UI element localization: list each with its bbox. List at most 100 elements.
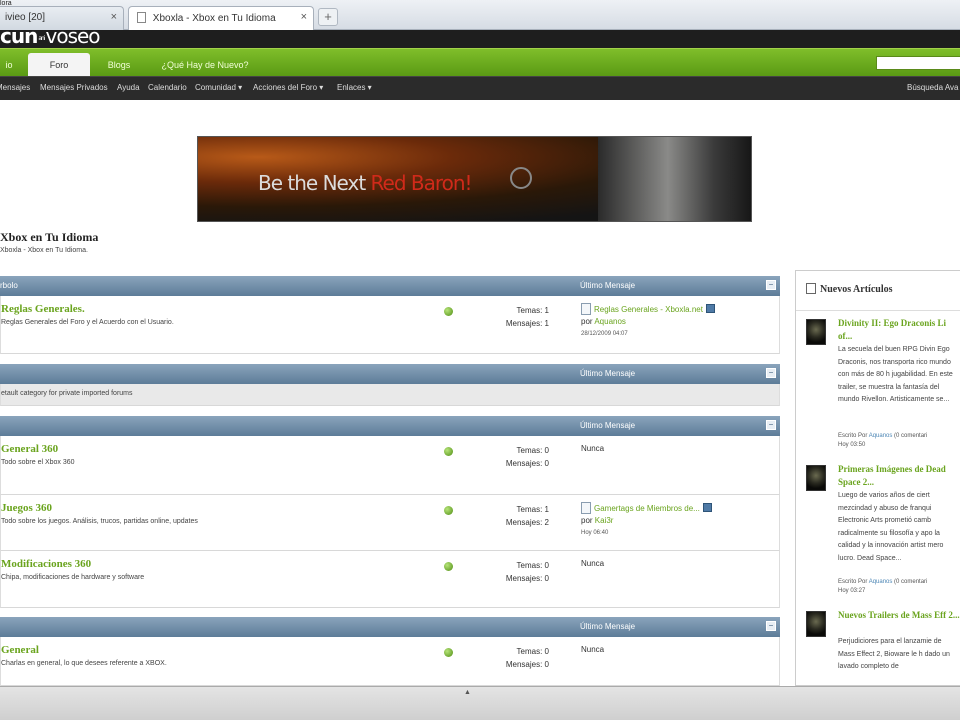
subnav-enlaces[interactable]: Enlaces ▾ (337, 83, 372, 92)
page-icon (137, 12, 146, 23)
forum-row: Juegos 360 Todo sobre los juegos. Anális… (0, 495, 780, 551)
subnav-mensajes[interactable]: Mensajes (0, 83, 30, 92)
site-logo[interactable]: cunanivoseo (0, 24, 101, 48)
document-icon (581, 502, 591, 514)
last-post-date: 28/12/2009 04:07 (581, 331, 628, 337)
subnav-calendario[interactable]: Calendario (148, 83, 187, 92)
last-post-title[interactable]: Reglas Generales - Xboxla.net (594, 305, 703, 314)
article-comments[interactable]: (0 comentari (892, 579, 927, 585)
forum-status-icon (444, 562, 453, 571)
nav-tab-whats-new[interactable]: ¿Qué Hay de Nuevo? (150, 53, 260, 77)
article-date: Hoy 03:50 (838, 442, 866, 448)
forum-description: Reglas Generales del Foro y el Acuerdo c… (1, 319, 174, 326)
banner-text-red: Red Baron! (370, 171, 473, 195)
document-icon (581, 303, 591, 315)
new-tab-button[interactable]: + (318, 8, 338, 26)
forum-stats: Temas: 0 Mensajes: 0 (471, 559, 549, 585)
mensajes-count: Mensajes: 0 (505, 660, 549, 669)
forum-status-icon (444, 307, 453, 316)
forum-description: Todo sobre el Xbox 360 (1, 459, 75, 466)
mensajes-count: Mensajes: 2 (505, 518, 549, 527)
collapse-icon[interactable]: − (766, 368, 776, 378)
article-meta: Escrito Por Aquanos (0 comentari (838, 578, 960, 586)
last-post: Nunca (581, 644, 771, 656)
nav-tab-home[interactable]: io (0, 53, 24, 77)
last-post-column-header: Último Mensaje (580, 421, 636, 430)
sub-nav: Mensajes Mensajes Privados Ayuda Calenda… (0, 76, 960, 100)
last-post-column-header: Último Mensaje (580, 281, 636, 290)
last-post-by: por (581, 516, 593, 525)
subnav-comunidad[interactable]: Comunidad ▾ (195, 83, 242, 92)
page-title: Xbox en Tu Idioma (0, 230, 99, 244)
forum-row: Reglas Generales. Reglas Generales del F… (0, 296, 780, 354)
last-post-date: Hoy 06:40 (581, 530, 609, 536)
logo-tail: voseo (45, 24, 101, 48)
subnav-busqueda-avanzada[interactable]: Búsqueda Ava (907, 83, 958, 92)
category-label[interactable]: rbolo (0, 281, 18, 290)
last-post-title[interactable]: Gamertags de Miembros de... (594, 504, 700, 513)
subnav-acciones-foro[interactable]: Acciones del Foro ▾ (253, 83, 323, 92)
nav-tab-blogs[interactable]: Blogs (92, 53, 146, 77)
article-title[interactable]: Primeras Imágenes de Dead Space 2... (838, 463, 960, 489)
forum-title-link[interactable]: General (1, 644, 39, 656)
browser-tab-2[interactable]: Xboxla - Xbox en Tu Idioma × (128, 6, 314, 30)
logo-main: cun (0, 24, 38, 48)
forum-stats: Temas: 1 Mensajes: 2 (471, 503, 549, 529)
article-author[interactable]: Aquanos (869, 433, 893, 439)
forum-stats: Temas: 0 Mensajes: 0 (471, 444, 549, 470)
article-body: Luego de varios años de ciert mezcindad … (838, 492, 944, 562)
page-content: Be the Next Red Baron! Xbox en Tu Idioma… (0, 100, 960, 686)
forum-status-icon (444, 506, 453, 515)
go-to-post-icon[interactable] (702, 503, 712, 512)
search-input[interactable] (876, 56, 960, 70)
subnav-ayuda[interactable]: Ayuda (117, 83, 140, 92)
category-description-row: etault category for private imported for… (0, 384, 780, 406)
category-header: Último Mensaje − (0, 617, 780, 637)
site-header: cunanivoseo (0, 24, 960, 48)
go-to-post-icon[interactable] (705, 304, 715, 313)
crosshair-icon (510, 167, 532, 189)
subnav-mensajes-privados[interactable]: Mensajes Privados (40, 83, 108, 92)
logo-small: ani (38, 35, 45, 42)
category-header: Último Mensaje − (0, 416, 780, 436)
forum-row: General 360 Todo sobre el Xbox 360 Temas… (0, 436, 780, 495)
article-title[interactable]: Nuevos Trailers de Mass Eff 2... (838, 609, 960, 635)
article-item: Divinity II: Ego Draconis Li of... La se… (796, 313, 960, 461)
close-icon[interactable]: × (301, 11, 307, 23)
collapse-icon[interactable]: − (766, 621, 776, 631)
article-thumbnail[interactable] (806, 611, 826, 637)
article-thumbnail[interactable] (806, 319, 826, 345)
forum-title-link[interactable]: Modificaciones 360 (1, 558, 91, 570)
article-thumbnail[interactable] (806, 465, 826, 491)
nav-tab-foro[interactable]: Foro (28, 53, 90, 77)
browser-status-bar: ▲ (0, 686, 960, 720)
collapse-icon[interactable]: − (766, 280, 776, 290)
temas-count: Temas: 0 (516, 446, 549, 455)
article-item: Nuevos Trailers de Mass Eff 2... Perjudi… (796, 605, 960, 687)
collapse-icon[interactable]: − (766, 420, 776, 430)
forum-title-link[interactable]: Juegos 360 (1, 502, 52, 514)
last-post: Nunca (581, 558, 771, 570)
last-post-none: Nunca (581, 645, 605, 654)
article-meta: Escrito Por Aquanos (0 comentari (838, 432, 960, 440)
article-comments[interactable]: (0 comentari (892, 433, 927, 439)
ad-banner[interactable]: Be the Next Red Baron! (197, 136, 752, 222)
article-item: Primeras Imágenes de Dead Space 2... Lue… (796, 459, 960, 607)
article-body: La secuela del buen RPG Divin Ego Dracon… (838, 346, 953, 403)
forum-title-link[interactable]: General 360 (1, 443, 58, 455)
breadcrumb: Xboxla - Xbox en Tu Idioma. (0, 247, 88, 254)
last-post-column-header: Último Mensaje (580, 369, 636, 378)
category-header: Último Mensaje − (0, 364, 780, 384)
article-author[interactable]: Aquanos (869, 579, 893, 585)
article-date: Hoy 03:27 (838, 588, 866, 594)
last-post-user[interactable]: Aquanos (594, 317, 626, 326)
close-icon[interactable]: × (111, 11, 117, 23)
last-post-user[interactable]: Kai3r (595, 516, 614, 525)
banner-pilot-image (598, 137, 751, 221)
forum-title-link[interactable]: Reglas Generales. (1, 303, 85, 315)
temas-count: Temas: 1 (516, 505, 549, 514)
last-post: Reglas Generales - Xboxla.net por Aquano… (581, 303, 771, 340)
scroll-up-icon[interactable]: ▲ (464, 689, 471, 696)
forum-description: Todo sobre los juegos. Análisis, trucos,… (1, 518, 198, 525)
article-title[interactable]: Divinity II: Ego Draconis Li of... (838, 317, 960, 343)
